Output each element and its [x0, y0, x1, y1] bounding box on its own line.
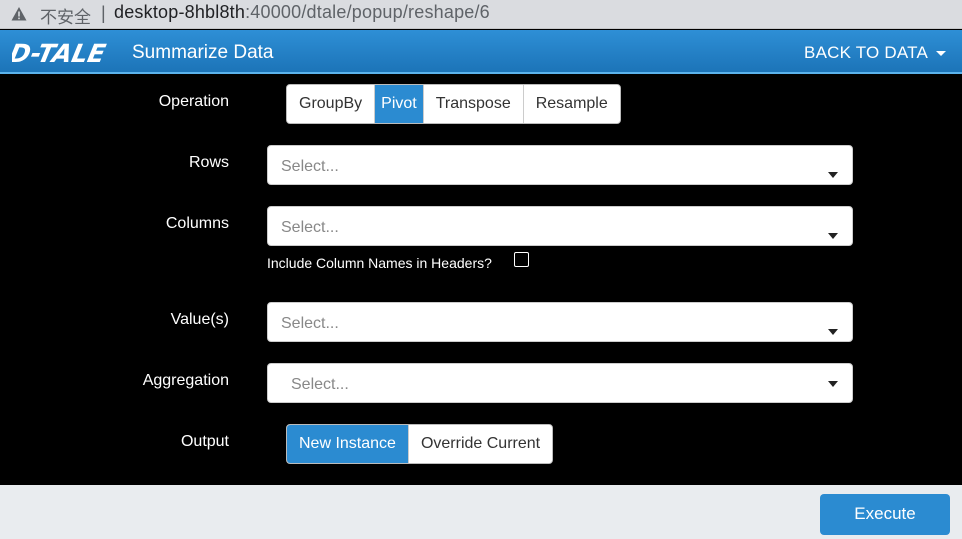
- values-placeholder: Select...: [281, 315, 339, 332]
- rows-placeholder: Select...: [281, 158, 339, 175]
- transpose-option[interactable]: Transpose: [423, 85, 524, 123]
- dtale-logo[interactable]: D-TALE: [12, 34, 122, 70]
- back-to-data-button[interactable]: BACK TO DATA: [804, 43, 946, 63]
- warning-icon: [11, 7, 27, 21]
- values-select[interactable]: Select...: [267, 302, 853, 342]
- url-host: desktop-8hbl8th: [114, 2, 246, 22]
- aggregation-placeholder: Select...: [291, 376, 349, 393]
- chevron-down-icon: [828, 329, 838, 335]
- chevron-down-icon: [828, 172, 838, 178]
- browser-address-bar[interactable]: 不安全 | desktop-8hbl8th:40000/dtale/popup/…: [0, 0, 962, 29]
- url-path: :40000/dtale/popup/reshape/6: [245, 2, 490, 22]
- aggregation-select[interactable]: Select...: [267, 363, 853, 403]
- chevron-down-icon: [828, 233, 838, 239]
- include-column-names-checkbox[interactable]: [514, 252, 529, 267]
- rows-select[interactable]: Select...: [267, 145, 853, 185]
- logo-text: D-TALE: [12, 39, 108, 68]
- output-label: Output: [180, 433, 229, 450]
- columns-select[interactable]: Select...: [267, 206, 853, 246]
- url-text[interactable]: desktop-8hbl8th:40000/dtale/popup/reshap…: [114, 2, 490, 23]
- values-label: Value(s): [170, 311, 229, 328]
- operation-label: Operation: [158, 93, 229, 110]
- aggregation-label: Aggregation: [142, 372, 229, 389]
- override-current-option[interactable]: Override Current: [408, 425, 553, 463]
- back-to-data-label: BACK TO DATA: [804, 43, 928, 62]
- include-column-names-label: Include Column Names in Headers?: [267, 255, 492, 271]
- rows-label: Rows: [188, 154, 229, 171]
- address-separator: |: [101, 3, 106, 23]
- execute-button[interactable]: Execute: [820, 494, 950, 535]
- chevron-down-icon: [828, 381, 838, 387]
- pivot-option[interactable]: Pivot: [375, 85, 424, 123]
- columns-placeholder: Select...: [281, 219, 339, 236]
- groupby-option[interactable]: GroupBy: [287, 85, 376, 123]
- resample-option[interactable]: Resample: [523, 85, 620, 123]
- app-header: D-TALE Summarize Data BACK TO DATA: [0, 30, 962, 74]
- output-button-group: New Instance Override Current: [286, 424, 554, 464]
- insecure-label[interactable]: 不安全: [40, 3, 91, 28]
- operation-button-group: GroupBy Pivot Transpose Resample: [286, 84, 621, 124]
- caret-down-icon: [936, 50, 946, 56]
- page-title: Summarize Data: [132, 42, 274, 63]
- columns-label: Columns: [165, 215, 229, 232]
- modal-footer: [0, 485, 962, 539]
- new-instance-option[interactable]: New Instance: [287, 425, 409, 463]
